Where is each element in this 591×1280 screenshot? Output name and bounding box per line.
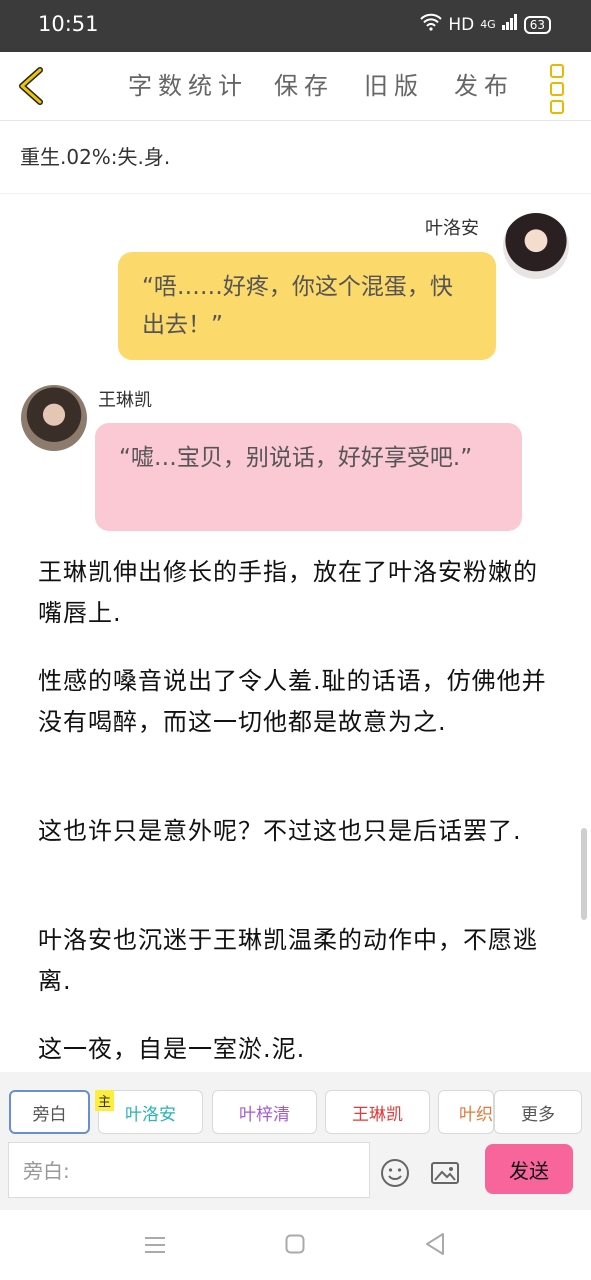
role-ye-ziqing[interactable]: 叶梓清 xyxy=(212,1090,317,1134)
role-narration[interactable]: 旁白 xyxy=(9,1090,90,1134)
system-nav-bar xyxy=(0,1210,591,1280)
save-button[interactable]: 保存 xyxy=(274,66,334,101)
battery-icon: 63 xyxy=(523,15,551,34)
word-count-button[interactable]: 字数统计 xyxy=(128,66,248,101)
chat-bubble[interactable]: “唔……好疼，你这个混蛋，快出去！” xyxy=(118,252,496,360)
image-icon[interactable] xyxy=(430,1158,460,1188)
emoji-icon[interactable] xyxy=(380,1158,410,1188)
story-paragraph[interactable]: 这一夜，自是一室淤.泥. xyxy=(38,1029,558,1070)
signal-icon xyxy=(501,14,518,35)
chapter-title: 重生.02%:失.身. xyxy=(20,145,171,169)
role-label: 叶洛安 xyxy=(125,1104,176,1125)
editor-toolbar: 字数统计 保存 旧版 发布 xyxy=(0,52,591,121)
old-version-button[interactable]: 旧版 xyxy=(364,66,424,101)
story-paragraph[interactable]: 这也许只是意外呢？不过这也只是后话罢了. xyxy=(38,811,558,852)
story-paragraph[interactable]: 王琳凯伸出修长的手指，放在了叶洛安粉嫩的嘴唇上. xyxy=(38,552,558,634)
back-nav-icon[interactable] xyxy=(424,1232,446,1260)
scrollbar[interactable] xyxy=(581,828,587,920)
status-bar: 10:51 HD 4G 63 xyxy=(0,0,591,52)
chat-bubble[interactable]: “嘘…宝贝，别说话，好好享受吧.” xyxy=(95,423,522,531)
chat-text: “嘘…宝贝，别说话，好好享受吧.” xyxy=(119,445,473,471)
main-role-badge: 主 xyxy=(95,1090,115,1111)
network-type: HD xyxy=(448,14,475,35)
status-icons: HD 4G 63 xyxy=(420,13,551,36)
chapter-title-row[interactable]: 重生.02%:失.身. xyxy=(0,121,591,194)
story-paragraph[interactable]: 性感的嗓音说出了令人羞.耻的话语，仿佛他并没有喝醉，而这一切他都是故意为之. xyxy=(38,661,558,743)
send-button[interactable]: 发送 xyxy=(485,1144,573,1194)
role-wang-linkai[interactable]: 王琳凯 xyxy=(325,1090,430,1134)
back-button[interactable] xyxy=(14,64,50,108)
avatar[interactable] xyxy=(21,385,87,451)
speaker-name: 叶洛安 xyxy=(425,218,479,239)
role-ye-zhi[interactable]: 叶织 xyxy=(438,1090,494,1134)
home-icon[interactable] xyxy=(285,1234,305,1258)
publish-button[interactable]: 发布 xyxy=(454,66,514,101)
avatar[interactable] xyxy=(503,213,569,279)
more-menu-icon[interactable] xyxy=(550,64,566,114)
message-input[interactable]: 旁白: xyxy=(8,1142,370,1198)
chat-text: “唔……好疼，你这个混蛋，快出去！” xyxy=(142,274,453,338)
signal-label: 4G xyxy=(480,18,496,31)
composer-panel: 旁白 叶洛安 主 叶梓清 王琳凯 叶织 更多 旁白: 发送 xyxy=(0,1072,591,1210)
wifi-icon xyxy=(420,13,443,36)
speaker-name: 王琳凯 xyxy=(98,390,152,411)
status-time: 10:51 xyxy=(38,12,99,36)
chevron-left-icon xyxy=(19,67,43,105)
more-roles-button[interactable]: 更多 xyxy=(494,1090,582,1134)
menu-icon[interactable] xyxy=(144,1236,166,1258)
story-paragraph[interactable]: 叶洛安也沉迷于王琳凯温柔的动作中，不愿逃离. xyxy=(38,920,558,1002)
